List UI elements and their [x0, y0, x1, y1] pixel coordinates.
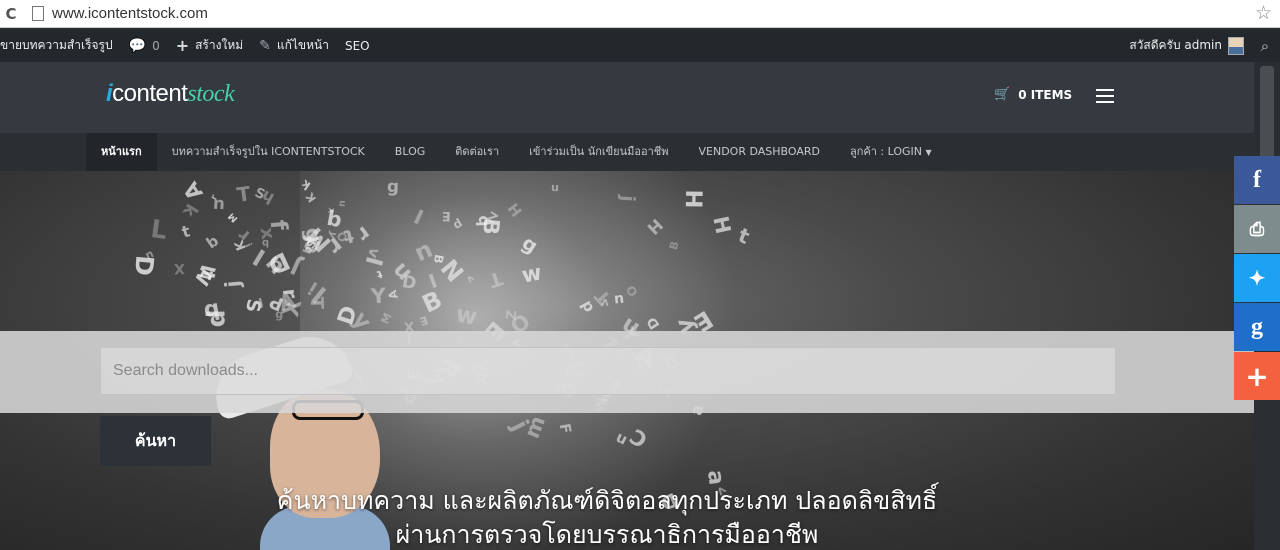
admin-edit-page[interactable]: ✎ แก้ไขหน้า — [259, 36, 329, 55]
menu-hamburger-icon[interactable] — [1096, 89, 1114, 103]
share-twitter-button[interactable]: ✦ — [1234, 254, 1280, 302]
nav-item-home[interactable]: หน้าแรก — [86, 133, 157, 171]
cart-icon: 🛒 — [994, 87, 1011, 102]
comment-icon: 💬 — [128, 37, 147, 54]
nav-item-articles[interactable]: บทความสำเร็จรูปใน ICONTENTSTOCK — [157, 133, 380, 171]
search-button[interactable]: ค้นหา — [100, 416, 211, 466]
search-icon[interactable]: ⌕ — [1254, 37, 1276, 55]
browser-address-bar: C www.icontentstock.com ☆ — [0, 0, 1280, 28]
hero-headline-line2: ผ่านการตรวจโดยบรรณาธิการมืออาชีพ — [395, 520, 819, 549]
share-google-button[interactable]: g — [1234, 303, 1280, 351]
nav-item-blog[interactable]: BLOG — [380, 133, 440, 171]
nav-item-join-writer[interactable]: เข้าร่วมเป็น นักเขียนมืออาชีพ — [514, 133, 683, 171]
login-label: ลูกค้า : LOGIN — [849, 145, 922, 158]
share-facebook-button[interactable]: f — [1234, 156, 1280, 204]
address-url[interactable]: www.icontentstock.com — [52, 5, 208, 22]
comments-count: 0 — [152, 38, 160, 53]
social-share-bar: f ⎙ ✦ g + — [1234, 156, 1280, 401]
admin-seo[interactable]: SEO — [345, 39, 370, 53]
chevron-down-icon: ▼ — [925, 148, 932, 157]
pencil-icon: ✎ — [259, 37, 271, 54]
share-print-button[interactable]: ⎙ — [1234, 205, 1280, 253]
search-input[interactable] — [100, 347, 1116, 395]
google-icon: g — [1251, 313, 1263, 340]
facebook-icon: f — [1253, 166, 1261, 193]
main-nav: หน้าแรก บทความสำเร็จรูปใน ICONTENTSTOCK … — [0, 133, 1254, 171]
logo-stock: stock — [187, 81, 235, 107]
admin-site-name[interactable]: ขายบทความสำเร็จรูป — [0, 36, 113, 55]
nav-item-vendor-dashboard[interactable]: VENDOR DASHBOARD — [683, 133, 834, 171]
plus-icon: + — [1245, 359, 1269, 393]
twitter-icon: ✦ — [1248, 267, 1266, 290]
admin-account: สวัสดีครับ admin ⌕ — [1129, 29, 1280, 62]
logo-content: content — [112, 80, 188, 107]
share-more-button[interactable]: + — [1234, 352, 1280, 400]
admin-greeting[interactable]: สวัสดีครับ admin — [1129, 36, 1222, 55]
reload-icon[interactable]: C — [0, 5, 22, 23]
nav-item-contact[interactable]: ติดต่อเรา — [440, 133, 514, 171]
hero-headline: ค้นหาบทความ และผลิตภัณฑ์ดิจิตอลทุกประเภท… — [150, 484, 1064, 550]
plus-icon: + — [175, 36, 190, 55]
site-logo[interactable]: icontentstock — [106, 80, 235, 108]
print-icon: ⎙ — [1249, 218, 1265, 239]
nav-item-login[interactable]: ลูกค้า : LOGIN ▼ — [835, 133, 947, 171]
site-header: icontentstock 🛒 0 ITEMS — [0, 62, 1254, 133]
admin-comments[interactable]: 💬 0 — [129, 38, 160, 54]
avatar[interactable] — [1228, 36, 1244, 55]
admin-bar: ขายบทความสำเร็จรูป 💬 0 + สร้างใหม่ ✎ แก้… — [0, 29, 1280, 62]
cart-label: 0 ITEMS — [1018, 87, 1073, 102]
bookmark-star-icon[interactable]: ☆ — [1255, 2, 1272, 24]
edit-label: แก้ไขหน้า — [276, 38, 329, 52]
page-icon — [32, 6, 44, 21]
hero-headline-line1: ค้นหาบทความ และผลิตภัณฑ์ดิจิตอลทุกประเภท… — [276, 486, 938, 515]
new-label: สร้างใหม่ — [195, 38, 244, 52]
cart-button[interactable]: 🛒 0 ITEMS — [994, 87, 1072, 102]
admin-new[interactable]: + สร้างใหม่ — [176, 36, 243, 55]
